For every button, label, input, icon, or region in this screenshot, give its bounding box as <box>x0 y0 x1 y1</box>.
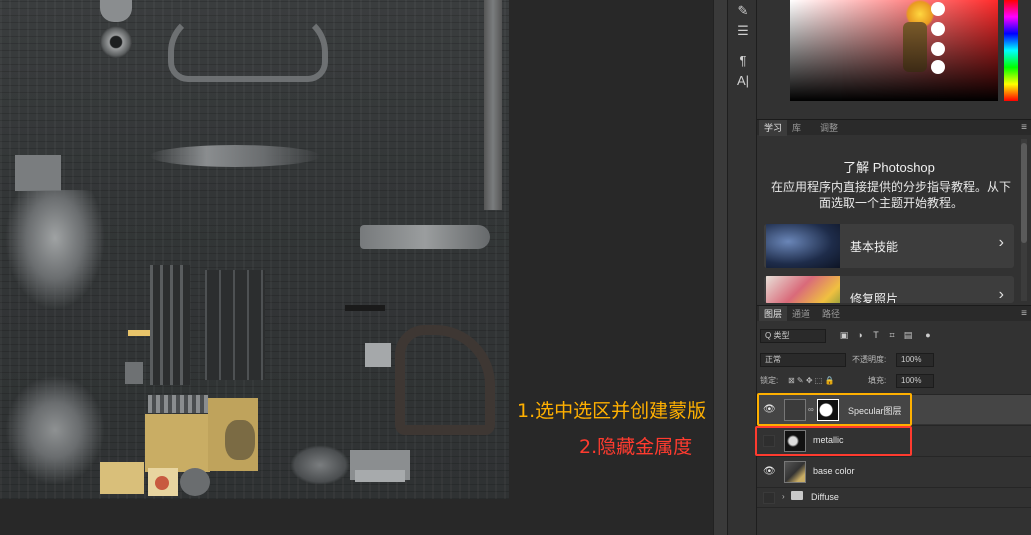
character-thumbnail <box>885 0 957 80</box>
canvas-scrollbar[interactable] <box>713 0 727 535</box>
card-label: 基本技能 <box>850 240 899 254</box>
tab-libraries[interactable]: 库 <box>787 120 806 136</box>
eye-icon[interactable]: 👁 <box>763 466 776 478</box>
tab-channels[interactable]: 通道 <box>787 306 815 322</box>
layers-empty-area <box>757 507 1031 535</box>
lock-icons[interactable]: ⊠ ✎ ✥ ⬚ 🔒 <box>788 374 835 388</box>
chevron-right-icon: › <box>998 234 1004 251</box>
lock-label: 锁定: <box>760 376 779 385</box>
chevron-right-icon[interactable]: › <box>782 492 785 501</box>
lock-row: 锁定: ⊠ ✎ ✥ ⬚ 🔒 填充: 100% <box>760 374 1030 390</box>
chevron-right-icon: › <box>998 286 1004 303</box>
filter-toggle-icon[interactable]: ● <box>922 329 934 341</box>
learn-description: 在应用程序内直接提供的分步指导教程。从下面选取一个主题开始教程。 <box>770 180 1011 210</box>
opacity-label: 不透明度: <box>852 355 887 364</box>
filter-type-icon[interactable]: T <box>870 329 882 341</box>
visibility-toggle-off[interactable] <box>763 492 775 504</box>
layer-row-base-color[interactable]: 👁 base color <box>757 456 1031 486</box>
blend-mode-select[interactable]: 正常 <box>760 353 846 367</box>
annotation-box-step1 <box>757 393 912 426</box>
fill-label: 填充: <box>868 376 887 385</box>
paragraph-icon[interactable]: ¶ <box>733 52 753 70</box>
learn-card-fix-photos[interactable]: 修复照片 › <box>764 276 1014 303</box>
filter-adjust-icon[interactable]: ◑ <box>854 329 866 341</box>
card-label: 修复照片 <box>850 292 899 303</box>
annotation-box-step2 <box>755 426 912 456</box>
layer-filter-row: Q 类型 ▣ ◑ T ⌗ ▤ ● <box>760 329 1020 345</box>
layers-panel-tabs: 图层 通道 路径 ≡ <box>757 305 1031 322</box>
filter-shape-icon[interactable]: ⌗ <box>886 329 898 341</box>
layer-row-diffuse-group[interactable]: › Diffuse <box>757 487 1031 507</box>
folder-icon <box>791 491 803 500</box>
menu-icon[interactable]: ≡ <box>1021 122 1027 133</box>
layer-name: base color <box>813 466 855 476</box>
color-picker-field[interactable] <box>790 0 998 101</box>
blend-row: 正常 不透明度: 100% <box>760 353 1030 369</box>
tab-adjustments[interactable]: 调整 <box>815 120 843 136</box>
sliders-icon[interactable]: ☰ <box>733 22 753 40</box>
tab-paths[interactable]: 路径 <box>817 306 845 322</box>
card-thumbnail <box>766 224 840 268</box>
learn-panel-tabs: 学习 库 调整 ≡ <box>757 119 1031 136</box>
opacity-field[interactable]: 100% <box>896 353 934 367</box>
tab-learn[interactable]: 学习 <box>759 120 788 136</box>
character-icon[interactable]: A| <box>733 72 753 90</box>
card-thumbnail <box>766 276 840 303</box>
filter-smart-icon[interactable]: ▤ <box>902 329 914 341</box>
learn-panel: 了解 Photoshop 在应用程序内直接提供的分步指导教程。从下面选取一个主题… <box>757 137 1031 303</box>
filter-kind-select[interactable]: Q 类型 <box>760 329 826 343</box>
learn-title: 了解 Photoshop <box>843 160 935 175</box>
brush-icon[interactable]: ✎ <box>733 2 753 20</box>
texture-image <box>0 0 509 499</box>
annotation-step2: 2.隐藏金属度 <box>579 436 693 458</box>
hue-slider[interactable] <box>1004 0 1018 101</box>
filter-pixel-icon[interactable]: ▣ <box>838 329 850 341</box>
menu-icon[interactable]: ≡ <box>1021 308 1027 319</box>
tab-layers[interactable]: 图层 <box>759 306 788 322</box>
learn-scrollbar[interactable] <box>1021 139 1027 301</box>
panel-tools-column: ✎ ☰ ¶ A| <box>727 0 757 535</box>
layer-name: Diffuse <box>811 492 839 502</box>
annotation-step1: 1.选中选区并创建蒙版 <box>517 400 707 422</box>
fill-field[interactable]: 100% <box>896 374 934 388</box>
learn-card-basic-skills[interactable]: 基本技能 › <box>764 224 1014 268</box>
layer-thumbnail <box>784 461 806 483</box>
